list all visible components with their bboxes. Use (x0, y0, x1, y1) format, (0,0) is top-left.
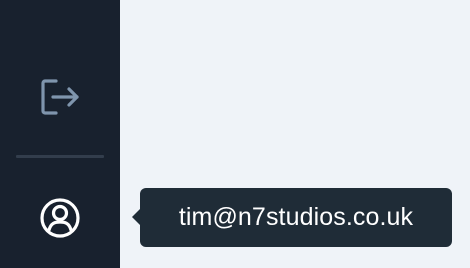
user-email: tim@n7studios.co.uk (178, 203, 414, 231)
logout-icon (41, 79, 79, 115)
sidebar (0, 0, 120, 268)
logout-button[interactable] (16, 65, 104, 129)
sidebar-divider (16, 155, 104, 158)
user-circle-icon (40, 198, 80, 238)
user-email-tooltip: tim@n7studios.co.uk (132, 188, 452, 247)
profile-button[interactable] (16, 186, 104, 250)
